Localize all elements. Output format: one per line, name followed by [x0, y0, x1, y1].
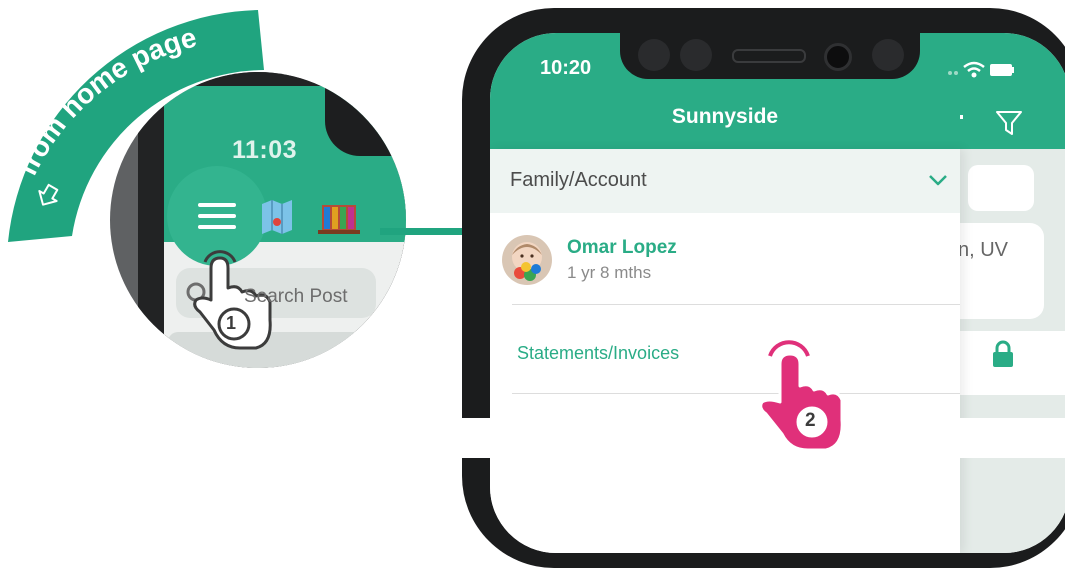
status-time: 10:20: [540, 57, 592, 79]
filter-icon[interactable]: [994, 109, 1024, 137]
divider: [512, 304, 960, 305]
status-icons: [948, 61, 1014, 78]
family-account-section[interactable]: Family/Account: [490, 149, 960, 213]
statements-label: Statements/Invoices: [517, 343, 680, 363]
books-icon[interactable]: [318, 205, 360, 234]
lock-icon: [993, 340, 1013, 367]
statements-menu-item[interactable]: Statements/Invoices: [490, 309, 960, 393]
side-drawer: Family/Account Omar Lopez 1 yr 8 mths St…: [490, 149, 960, 553]
tap-hand-pink-icon: [759, 340, 844, 450]
wifi-icon: [963, 61, 985, 78]
background-post-card: [960, 223, 1044, 319]
app-title: Sunnyside: [671, 105, 779, 128]
background-search-card: [968, 165, 1034, 211]
child-age: 1 yr 8 mths: [567, 263, 652, 282]
zoom-search-placeholder: Search Post: [244, 286, 348, 307]
page-bottom: [0, 418, 1065, 458]
map-icon[interactable]: [262, 200, 292, 234]
battery-icon: [990, 64, 1014, 76]
step-2-label: 2: [805, 410, 816, 431]
hamburger-menu-icon[interactable]: [198, 203, 236, 229]
divider: [512, 393, 960, 394]
phone-notch: [620, 33, 920, 79]
step-1-label: 1: [226, 313, 237, 333]
child-name: Omar Lopez: [567, 237, 677, 258]
background-post-text: n, UV: [958, 239, 1009, 261]
family-account-label: Family/Account: [510, 169, 647, 191]
zoom-inset-graphic: from home page: [8, 10, 406, 368]
zoom-status-time: 11:03: [232, 136, 298, 164]
child-list-item[interactable]: [490, 215, 960, 305]
avatar: [502, 235, 552, 285]
chevron-down-icon[interactable]: [928, 173, 948, 187]
phone-screen: 10:20 Sunnyside n, UV Family/Account Oma…: [490, 33, 1065, 553]
